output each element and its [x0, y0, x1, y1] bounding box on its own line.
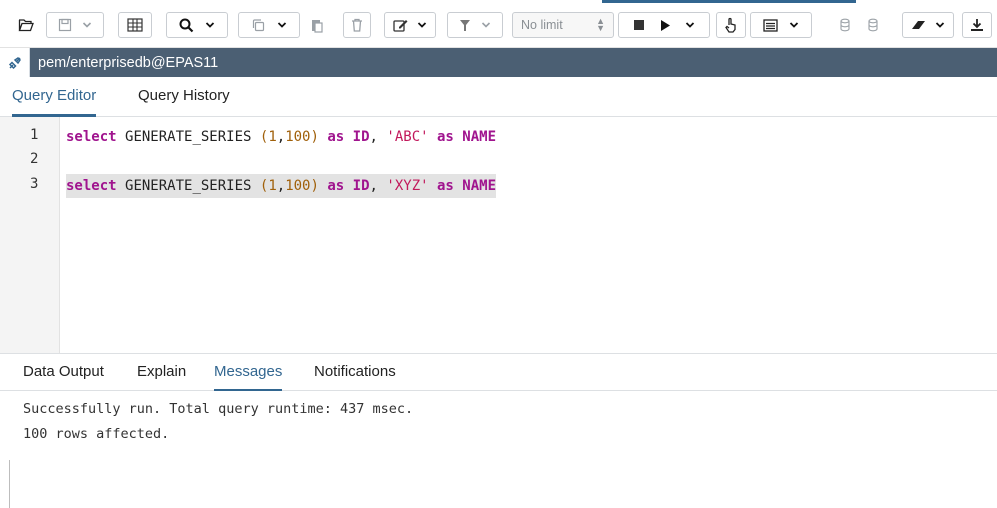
- execute-button-group[interactable]: [618, 12, 710, 38]
- sql-number: 100: [285, 129, 311, 145]
- chevron-down-icon[interactable]: [789, 21, 799, 29]
- result-tabs: Data Output Explain Messages Notificatio…: [0, 353, 997, 392]
- chevron-down-icon[interactable]: [935, 21, 945, 29]
- sql-identifier: ID: [352, 178, 370, 194]
- row-limit-value: No limit: [521, 18, 563, 32]
- chevron-down-icon[interactable]: [481, 21, 491, 29]
- panel-divider: [9, 460, 10, 508]
- filter-icon: [459, 19, 470, 31]
- copy-button-group[interactable]: [238, 12, 300, 38]
- select-arrows-icon: ▲ ▼: [596, 16, 605, 33]
- grid-icon: [127, 18, 143, 32]
- rollback-icon[interactable]: [867, 17, 879, 33]
- sql-keyword: select: [66, 129, 117, 145]
- save-icon: [58, 18, 71, 32]
- sql-identifier: ID: [352, 129, 370, 145]
- copy-icon: [252, 18, 264, 31]
- folder-open-icon: [18, 19, 34, 32]
- list-window-icon: [763, 18, 778, 32]
- sql-string: 'XYZ': [386, 178, 429, 194]
- hand-pointer-icon: [725, 17, 736, 33]
- message-line: Successfully run. Total query runtime: 4…: [23, 401, 414, 417]
- open-file-button[interactable]: [12, 12, 40, 38]
- explain-analyze-button[interactable]: [716, 12, 746, 38]
- messages-panel: Successfully run. Total query runtime: 4…: [0, 391, 997, 508]
- sql-keyword: as: [327, 178, 345, 194]
- sql-identifier: NAME: [462, 129, 497, 145]
- save-button-group[interactable]: [46, 12, 104, 38]
- sql-punct: ,: [369, 178, 378, 194]
- sql-punct: ,: [369, 129, 378, 145]
- tab-query-history[interactable]: Query History: [138, 87, 230, 117]
- line-number-gutter: 1 2 3: [0, 117, 60, 353]
- sql-string: 'ABC': [386, 129, 429, 145]
- code-line: select GENERATE_SERIES (1,100) as ID, 'A…: [66, 125, 496, 149]
- tab-explain[interactable]: Explain: [137, 363, 186, 392]
- download-icon: [971, 19, 983, 31]
- code-line-selected: select GENERATE_SERIES (1,100) as ID, 'X…: [66, 174, 497, 198]
- sql-function: GENERATE_SERIES: [125, 178, 252, 194]
- delete-button[interactable]: [343, 12, 371, 38]
- explain-button-group[interactable]: [750, 12, 812, 38]
- message-line: 100 rows affected.: [23, 426, 170, 442]
- eraser-icon: [912, 21, 925, 29]
- sql-function: GENERATE_SERIES: [125, 129, 252, 145]
- tab-notifications[interactable]: Notifications: [314, 363, 396, 392]
- filter-button-group[interactable]: [447, 12, 503, 38]
- paste-button[interactable]: [304, 12, 330, 38]
- chevron-down-icon[interactable]: [417, 21, 427, 29]
- connection-bar[interactable]: pem/enterprisedb@EPAS11: [0, 48, 997, 77]
- commit-icon[interactable]: [839, 17, 851, 33]
- transaction-button-group[interactable]: [824, 12, 894, 38]
- sql-number: 100: [285, 178, 311, 194]
- sql-paren: ): [310, 178, 319, 194]
- chevron-down-icon[interactable]: [277, 21, 287, 29]
- sql-keyword: as: [437, 178, 454, 194]
- stop-icon[interactable]: [633, 19, 645, 31]
- sql-number: 1: [268, 178, 277, 194]
- tab-query-editor[interactable]: Query Editor: [12, 87, 97, 117]
- sql-number: 1: [268, 129, 277, 145]
- download-button[interactable]: [962, 12, 992, 38]
- edit-button-group[interactable]: [384, 12, 436, 38]
- sql-paren: ): [310, 129, 319, 145]
- query-toolbar: No limit ▲ ▼: [0, 0, 997, 48]
- sql-punct: ,: [276, 178, 286, 194]
- find-replace-button[interactable]: [118, 12, 152, 38]
- sql-editor[interactable]: 1 2 3 select GENERATE_SERIES (1,100) as …: [0, 117, 997, 353]
- find-button-group[interactable]: [166, 12, 228, 38]
- sql-identifier: NAME: [462, 178, 497, 194]
- edit-icon: [393, 19, 408, 32]
- sql-keyword: as: [327, 129, 345, 145]
- chevron-down-icon[interactable]: [685, 21, 695, 29]
- chevron-down-icon[interactable]: [82, 21, 92, 29]
- chevron-down-icon[interactable]: [205, 21, 215, 29]
- line-number: 2: [30, 151, 39, 167]
- clear-button-group[interactable]: [902, 12, 954, 38]
- tab-data-output[interactable]: Data Output: [23, 363, 104, 392]
- row-limit-select[interactable]: No limit ▲ ▼: [512, 12, 614, 38]
- trash-icon: [352, 18, 362, 32]
- line-number: 3: [30, 176, 39, 192]
- sql-keyword: select: [66, 178, 117, 194]
- connection-label: pem/enterprisedb@EPAS11: [38, 54, 219, 71]
- search-icon: [179, 18, 193, 32]
- play-icon[interactable]: [659, 19, 671, 32]
- paste-icon: [312, 19, 323, 33]
- sql-keyword: as: [437, 129, 454, 145]
- sql-punct: ,: [276, 129, 286, 145]
- editor-tabs: Query Editor Query History: [0, 77, 997, 117]
- toolbar-accent-line: [602, 0, 856, 3]
- tab-messages[interactable]: Messages: [214, 363, 283, 392]
- connection-icon[interactable]: [0, 48, 30, 77]
- line-number: 1: [30, 127, 39, 143]
